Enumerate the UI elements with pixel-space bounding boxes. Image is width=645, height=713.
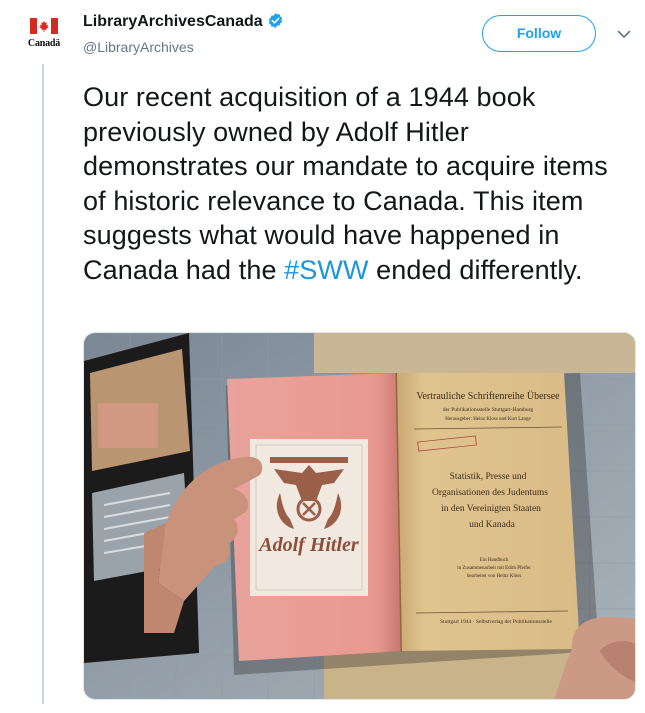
title-line-1: Statistik, Presse und xyxy=(450,472,527,482)
tweet-text-end: ended differently. xyxy=(368,254,583,285)
footer-line: Stuttgart 1944 · Selbstverlag der Publik… xyxy=(440,619,553,625)
account-name-label: LibraryArchivesCanada xyxy=(83,13,263,30)
hashtag-link[interactable]: #SWW xyxy=(284,255,368,285)
thread-line xyxy=(42,64,44,704)
subtitle-line-1: Ein Handbuch xyxy=(480,558,509,563)
publisher-line: der Publikationsstelle Stuttgart-Hamburg xyxy=(443,407,534,413)
title-line-4: und Kanada xyxy=(469,520,515,530)
bookplate-text: Adolf Hitler xyxy=(257,534,359,556)
government-wordmark: Canadä xyxy=(27,38,61,49)
account-handle[interactable]: @LibraryArchives xyxy=(83,39,194,55)
canada-flag-icon xyxy=(30,18,58,34)
avatar[interactable]: Canadä xyxy=(26,18,62,54)
account-name[interactable]: LibraryArchivesCanada xyxy=(83,12,284,31)
title-line-3: in den Vereinigten Staaten xyxy=(441,504,541,514)
tweet-photo[interactable]: Adolf Hitler Vertrauliche Schriftenreihe… xyxy=(83,332,636,700)
tweet-text: Our recent acquisition of a 1944 book pr… xyxy=(83,80,628,287)
follow-button[interactable]: Follow xyxy=(482,15,596,52)
subtitle-line-3: bearbeitet von Heinz Kloss xyxy=(467,574,521,579)
verified-badge-icon xyxy=(268,13,282,28)
book-photo-illustration: Adolf Hitler Vertrauliche Schriftenreihe… xyxy=(84,333,635,699)
editors-line: Herausgeber: Heinz Kloss und Kurt Lange xyxy=(445,417,531,422)
title-line-2: Organisationen des Judentums xyxy=(432,488,548,498)
subtitle-line-2: in Zusammenarbeit mit Edith Pfeifer xyxy=(457,566,531,571)
chevron-down-icon[interactable] xyxy=(616,26,632,42)
series-title: Vertrauliche Schriftenreihe Übersee xyxy=(416,390,560,402)
